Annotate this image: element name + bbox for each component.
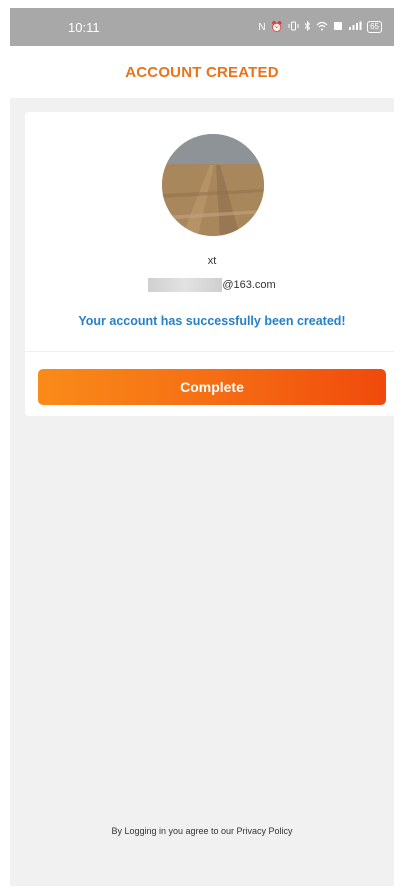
page-title: ACCOUNT CREATED xyxy=(125,63,279,81)
email-domain: @163.com xyxy=(222,279,276,291)
status-time: 10:11 xyxy=(68,19,100,35)
success-message: Your account has successfully been creat… xyxy=(78,314,346,328)
privacy-policy-notice[interactable]: By Logging in you agree to our Privacy P… xyxy=(10,826,394,836)
avatar-photo xyxy=(162,134,264,236)
email-row: @163.com xyxy=(25,278,394,292)
divider xyxy=(25,351,394,352)
nfc-icon: N xyxy=(258,21,266,33)
status-bar: 10:11 N ⏰ 65 xyxy=(10,8,394,46)
signal-icon xyxy=(348,21,362,34)
wifi-icon xyxy=(316,21,328,34)
bluetooth-icon xyxy=(304,20,311,34)
page-header: ACCOUNT CREATED xyxy=(10,46,394,98)
username: xt xyxy=(207,255,217,267)
alarm-icon: ⏰ xyxy=(270,21,284,33)
avatar xyxy=(162,134,264,236)
complete-button[interactable]: Complete xyxy=(38,369,386,405)
vibrate-icon xyxy=(288,21,299,34)
status-icons: N ⏰ 65 xyxy=(258,20,382,34)
email-redaction-mask xyxy=(148,278,223,292)
sim-icon xyxy=(333,21,343,34)
phone-screen: 10:11 N ⏰ 65 ACCOUNT CREATED xt @163.com… xyxy=(10,8,394,886)
account-card: xt @163.com Your account has successfull… xyxy=(25,112,394,416)
battery-level: 65 xyxy=(370,22,379,31)
battery-icon: 65 xyxy=(367,21,382,33)
